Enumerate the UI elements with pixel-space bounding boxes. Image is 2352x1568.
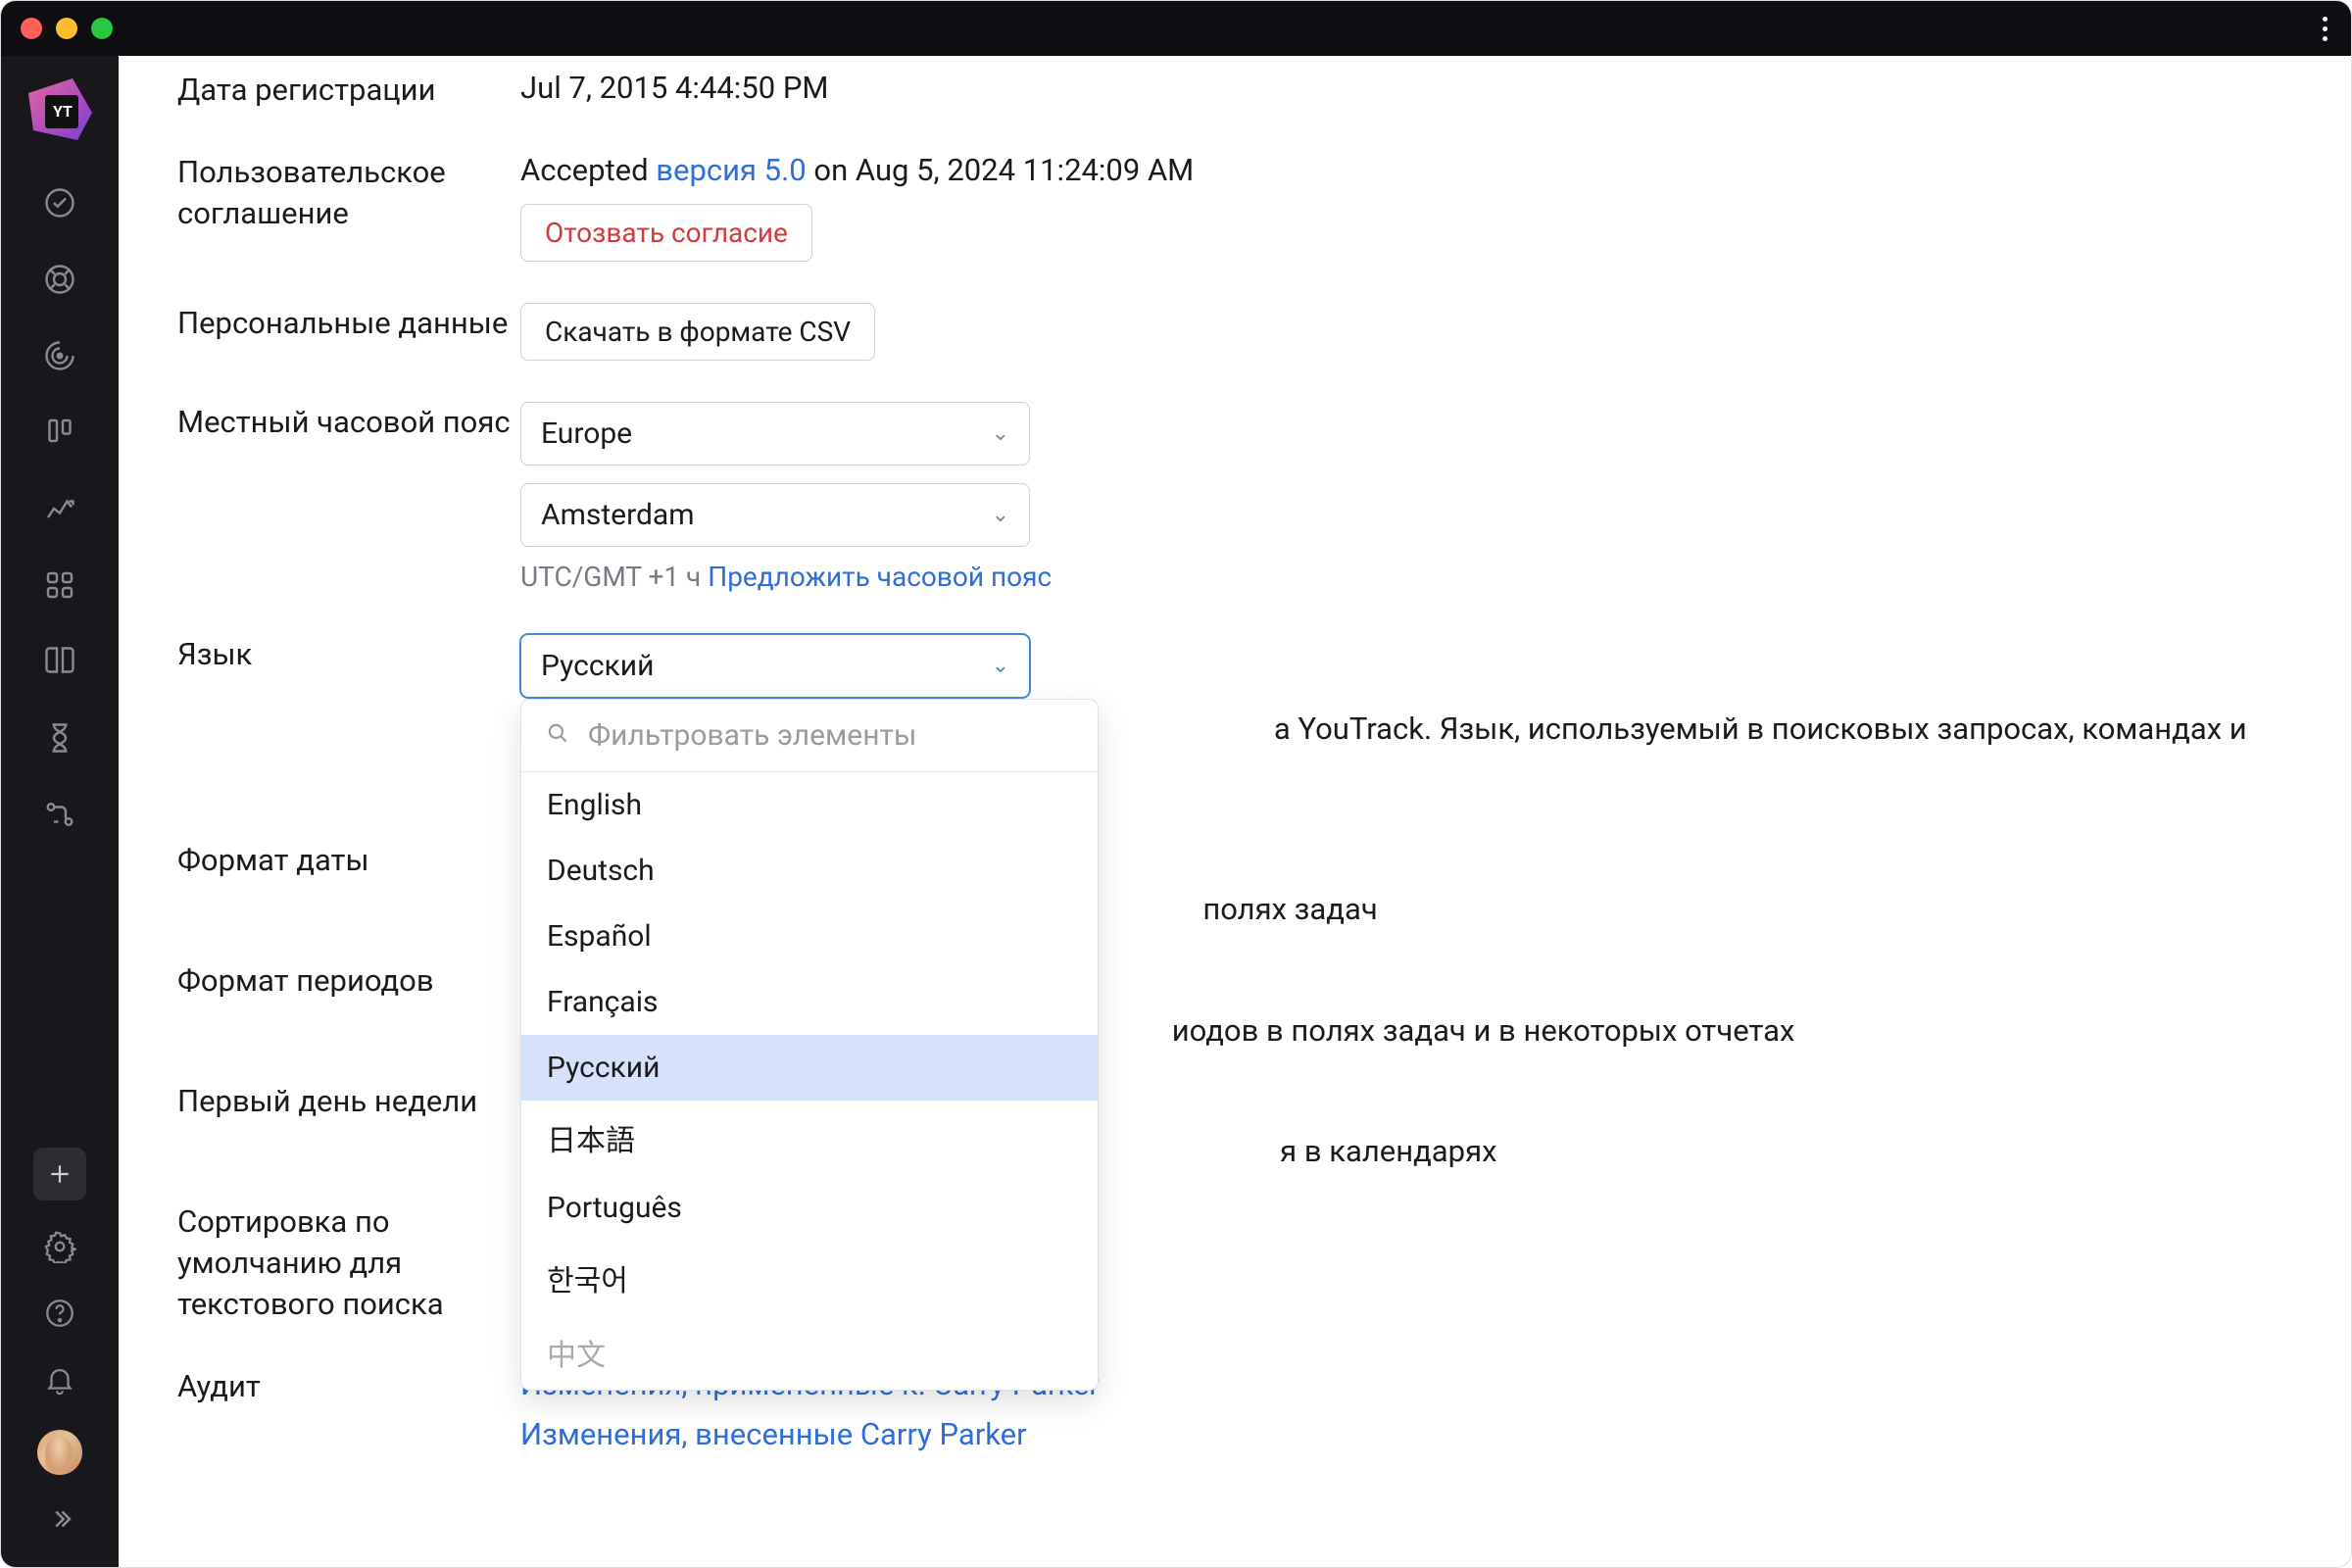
language-option[interactable]: Français: [521, 969, 1098, 1035]
date-format-desc-fragment: полях задач: [1202, 891, 1377, 927]
board-icon[interactable]: [42, 415, 77, 450]
language-dropdown: EnglishDeutschEspañolFrançaisРусский日本語P…: [520, 699, 1099, 1391]
field-label-registration: Дата регистрации: [177, 70, 520, 111]
flow-icon[interactable]: [42, 797, 77, 832]
field-label-timezone: Местный часовой пояс: [177, 402, 520, 443]
period-format-desc-fragment: иодов в полях задач и в некоторых отчета…: [1172, 1012, 1795, 1049]
agreement-accepted-suffix: on Aug 5, 2024 11:24:09 AM: [807, 152, 1195, 188]
bell-icon[interactable]: [43, 1363, 76, 1400]
language-option[interactable]: Español: [521, 904, 1098, 969]
close-window[interactable]: [21, 18, 42, 39]
timezone-city-select[interactable]: Amsterdam ⌄: [520, 483, 1030, 547]
suggest-timezone-link[interactable]: Предложить часовой пояс: [708, 561, 1052, 593]
hourglass-icon[interactable]: [42, 720, 77, 756]
chevron-down-icon: ⌄: [992, 503, 1009, 527]
app-logo-icon[interactable]: YT: [24, 74, 96, 146]
maximize-window[interactable]: [91, 18, 113, 39]
check-circle-icon[interactable]: [42, 185, 77, 220]
language-filter-input[interactable]: [588, 718, 1074, 753]
language-option[interactable]: Deutsch: [521, 838, 1098, 904]
language-option[interactable]: Português: [521, 1175, 1098, 1241]
avatar[interactable]: [37, 1430, 82, 1475]
registration-value: Jul 7, 2015 4:44:50 PM: [520, 70, 2292, 106]
revoke-consent-button[interactable]: Отозвать согласие: [520, 204, 812, 262]
search-icon: [545, 717, 570, 754]
chart-line-icon[interactable]: [42, 491, 77, 526]
timezone-region-select[interactable]: Europe ⌄: [520, 402, 1030, 466]
field-label-first-day: Первый день недели: [177, 1081, 520, 1122]
add-button[interactable]: [33, 1148, 86, 1200]
chevron-down-icon: ⌄: [992, 421, 1009, 446]
apps-grid-icon[interactable]: [42, 567, 77, 603]
timezone-offset: UTC/GMT +1 ч: [520, 561, 708, 593]
download-csv-button[interactable]: Скачать в формате CSV: [520, 303, 875, 361]
agreement-accepted-prefix: Accepted: [520, 152, 656, 188]
language-option[interactable]: English: [521, 772, 1098, 838]
field-label-audit: Аудит: [177, 1366, 520, 1407]
minimize-window[interactable]: [56, 18, 77, 39]
book-open-icon[interactable]: [42, 644, 77, 679]
field-label-personal-data: Персональные данные: [177, 303, 520, 344]
language-option[interactable]: 中文: [521, 1315, 1098, 1390]
window-controls: [21, 18, 113, 39]
nav: [42, 185, 77, 832]
first-day-desc-fragment: я в календарях: [1280, 1133, 1496, 1169]
language-option[interactable]: 한국어: [521, 1241, 1098, 1315]
expand-sidebar-icon[interactable]: [45, 1504, 74, 1538]
help-circle-icon[interactable]: [43, 1297, 76, 1334]
titlebar: [1, 1, 2351, 56]
kebab-menu-icon[interactable]: [2323, 17, 2328, 41]
app-window: YT: [0, 0, 2352, 1568]
language-select[interactable]: Русский ⌄: [520, 634, 1030, 698]
field-label-date-format: Формат даты: [177, 840, 520, 881]
field-label-language: Язык: [177, 634, 520, 675]
language-option[interactable]: Русский: [521, 1035, 1098, 1101]
agreement-version-link[interactable]: версия 5.0: [656, 152, 806, 188]
gear-icon[interactable]: [43, 1230, 76, 1267]
life-ring-icon[interactable]: [42, 262, 77, 297]
radar-icon[interactable]: [42, 338, 77, 373]
field-label-period-format: Формат периодов: [177, 960, 520, 1002]
main-content: Дата регистрации Jul 7, 2015 4:44:50 PM …: [119, 56, 2351, 1567]
chevron-down-icon: ⌄: [992, 654, 1009, 678]
timezone-city-value: Amsterdam: [541, 498, 695, 532]
field-label-agreement: Пользовательское соглашение: [177, 152, 520, 234]
timezone-region-value: Europe: [541, 416, 632, 451]
language-value: Русский: [541, 649, 654, 683]
sidebar: YT: [1, 56, 119, 1567]
audit-changes-made-link[interactable]: Изменения, внесенные Carry Parker: [520, 1416, 2292, 1452]
field-label-sort: Сортировка по умолчанию для текстового п…: [177, 1201, 520, 1325]
svg-text:YT: YT: [53, 102, 73, 121]
language-option[interactable]: 日本語: [521, 1101, 1098, 1175]
